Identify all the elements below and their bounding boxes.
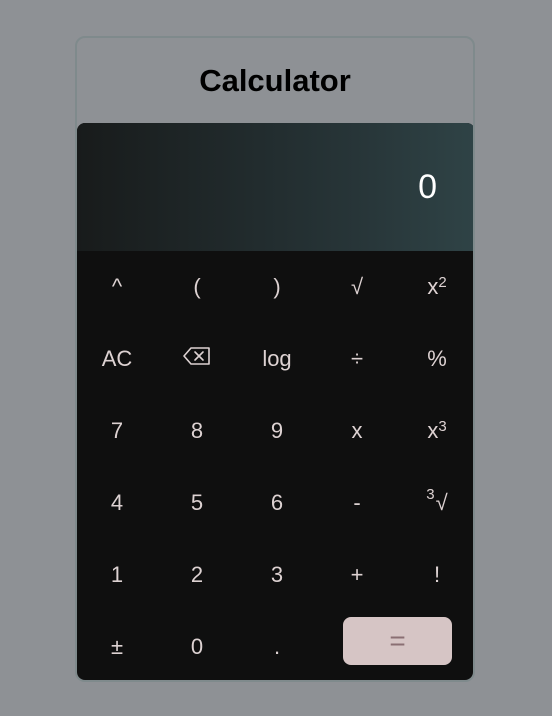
- keypad: ^ ( ) √ x2 AC log ÷ % 7 8 9 x x 3 4 5 6 …: [77, 251, 473, 680]
- digit-6-key[interactable]: 6: [237, 467, 317, 539]
- digit-5-key[interactable]: 5: [157, 467, 237, 539]
- display-value: 0: [418, 167, 437, 206]
- backspace-icon: [183, 346, 211, 372]
- digit-4-key[interactable]: 4: [77, 467, 157, 539]
- backspace-key[interactable]: [157, 323, 237, 395]
- cube-key[interactable]: x3: [397, 395, 473, 467]
- percent-key[interactable]: %: [397, 323, 473, 395]
- digit-8-key[interactable]: 8: [157, 395, 237, 467]
- close-paren-key[interactable]: ): [237, 251, 317, 323]
- equals-button[interactable]: =: [343, 617, 452, 665]
- digit-1-key[interactable]: 1: [77, 539, 157, 611]
- square-key-base: x: [427, 274, 439, 299]
- multiply-key[interactable]: x: [317, 395, 397, 467]
- divide-key[interactable]: ÷: [317, 323, 397, 395]
- digit-7-key[interactable]: 7: [77, 395, 157, 467]
- add-key[interactable]: +: [317, 539, 397, 611]
- cube-root-index: 3: [426, 485, 435, 503]
- decimal-key[interactable]: .: [237, 611, 317, 680]
- plus-minus-key[interactable]: ±: [77, 611, 157, 680]
- digit-9-key[interactable]: 9: [237, 395, 317, 467]
- all-clear-key[interactable]: AC: [77, 323, 157, 395]
- subtract-key[interactable]: -: [317, 467, 397, 539]
- calculator-card: Calculator 0 ^ ( ) √ x2 AC log ÷ % 7 8 9…: [75, 36, 475, 682]
- digit-2-key[interactable]: 2: [157, 539, 237, 611]
- result-display: 0: [77, 123, 473, 251]
- calculator-body: 0 ^ ( ) √ x2 AC log ÷ % 7 8 9 x x 3 4 5 …: [77, 123, 473, 680]
- digit-0-key[interactable]: 0: [157, 611, 237, 680]
- page-title: Calculator: [199, 63, 351, 98]
- square-root-key[interactable]: √: [317, 251, 397, 323]
- factorial-key[interactable]: !: [397, 539, 473, 611]
- digit-3-key[interactable]: 3: [237, 539, 317, 611]
- log-key[interactable]: log: [237, 323, 317, 395]
- square-key[interactable]: x2: [397, 251, 473, 323]
- cube-key-base: x: [427, 418, 439, 443]
- cube-root-key[interactable]: 3 √: [397, 467, 473, 539]
- power-key[interactable]: ^: [77, 251, 157, 323]
- cube-root-symbol: √: [435, 490, 448, 515]
- page: Calculator 0 ^ ( ) √ x2 AC log ÷ % 7 8 9…: [0, 0, 552, 716]
- open-paren-key[interactable]: (: [157, 251, 237, 323]
